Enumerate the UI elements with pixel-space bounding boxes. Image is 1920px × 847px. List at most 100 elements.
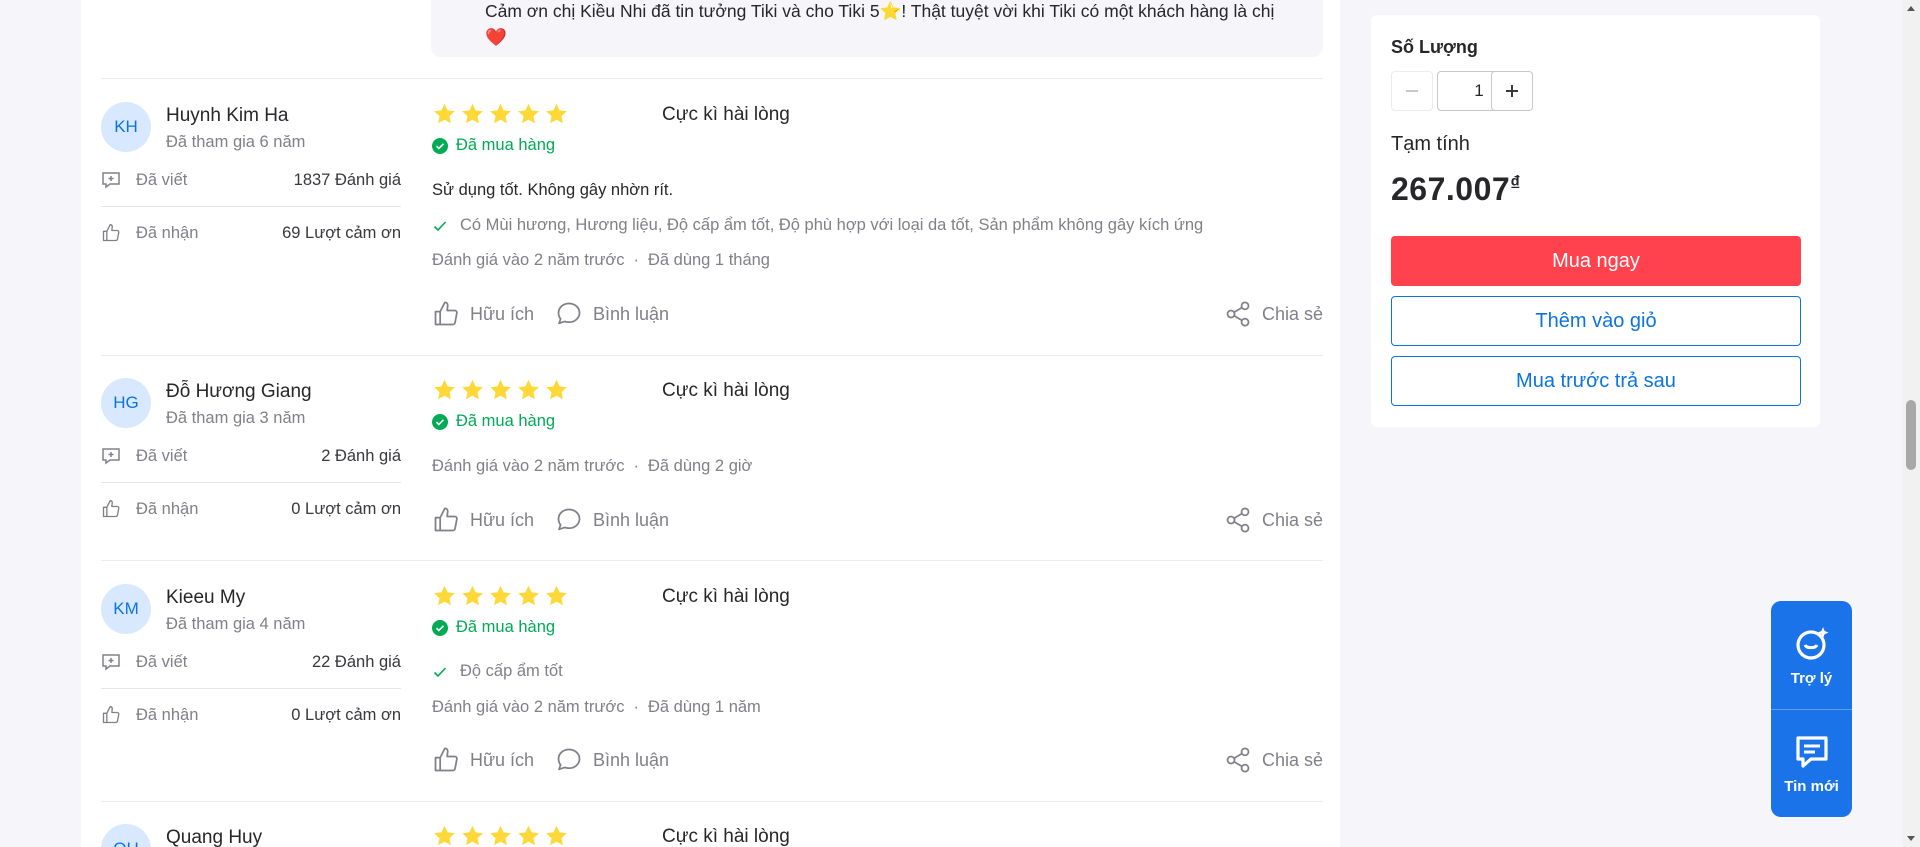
- stat-written: Đã viết 2 Đánh giá: [101, 444, 401, 468]
- rating-stars: [432, 584, 569, 608]
- rating-stars: [432, 378, 569, 402]
- reviewer-name: Huynh Kim Ha: [166, 105, 289, 126]
- stat-received: Đã nhận 0 Lượt cảm ơn: [101, 703, 401, 727]
- star-icon: [516, 102, 541, 126]
- comment-button[interactable]: Bình luận: [555, 300, 669, 328]
- star-icon: [544, 824, 569, 847]
- helpful-button[interactable]: Hữu ích: [432, 300, 534, 328]
- minus-icon: [1403, 82, 1421, 100]
- review-item: KM Kieeu My Đã tham gia 4 năm Đã viết 22…: [101, 584, 1323, 804]
- stat-divider: [101, 688, 401, 689]
- comment-button[interactable]: Bình luận: [555, 506, 669, 534]
- meta-separator: ·: [633, 457, 639, 475]
- reviewer-joined: Đã tham gia 3 năm: [166, 409, 306, 427]
- star-icon: [516, 824, 541, 847]
- bought-label: Đã mua hàng: [456, 618, 556, 636]
- reviewed-date: Đánh giá vào 2 năm trước: [432, 457, 625, 475]
- check-circle-icon: [432, 137, 448, 154]
- comment-icon: [555, 506, 583, 534]
- scroll-down-arrow-icon[interactable]: [1907, 836, 1915, 841]
- messages-button[interactable]: Tin mới: [1771, 709, 1852, 817]
- check-circle-icon: [432, 619, 448, 636]
- reviews-panel: Cảm ơn chị Kiều Nhi đã tin tưởng Tiki và…: [81, 0, 1340, 847]
- review-actions: Hữu ích Bình luận Chia sẻ: [432, 300, 1323, 332]
- reply-star-emoji: ⭐: [879, 1, 902, 21]
- avatar[interactable]: QH: [101, 824, 151, 847]
- review-meta: Đánh giá vào 2 năm trước · Đã dùng 1 tháng: [432, 251, 770, 270]
- seller-reply: Cảm ơn chị Kiều Nhi đã tin tưởng Tiki và…: [431, 0, 1323, 57]
- avatar[interactable]: HG: [101, 378, 151, 428]
- helpful-label: Hữu ích: [470, 509, 535, 530]
- star-icon: [460, 824, 485, 847]
- avatar[interactable]: KH: [101, 102, 151, 152]
- review-actions: Hữu ích Bình luận Chia sẻ: [432, 746, 1323, 778]
- assistant-label: Trợ lý: [1790, 669, 1833, 687]
- scroll-up-arrow-icon[interactable]: [1907, 6, 1915, 11]
- comment-button[interactable]: Bình luận: [555, 746, 669, 774]
- stat-written-value: 2 Đánh giá: [321, 447, 401, 465]
- like-icon: [101, 705, 121, 725]
- star-icon: [460, 378, 485, 402]
- share-button[interactable]: Chia sẻ: [1224, 506, 1323, 534]
- stat-written-label: Đã viết: [136, 653, 188, 671]
- buy-now-button[interactable]: Mua ngay: [1391, 236, 1801, 286]
- plus-icon: [1503, 82, 1521, 100]
- star-icon: [432, 824, 457, 847]
- bought-badge: Đã mua hàng: [432, 136, 555, 155]
- buy-later-button[interactable]: Mua trước trả sau: [1391, 356, 1801, 406]
- reviewer-name: Kieeu My: [166, 587, 246, 608]
- helpful-button[interactable]: Hữu ích: [432, 506, 534, 534]
- stat-received: Đã nhận 0 Lượt cảm ơn: [101, 497, 401, 521]
- stat-divider: [101, 482, 401, 483]
- review-text: Sử dụng tốt. Không gây nhờn rít.: [432, 181, 674, 199]
- stat-written: Đã viết 1837 Đánh giá: [101, 168, 401, 192]
- bought-label: Đã mua hàng: [456, 412, 556, 430]
- helpful-button[interactable]: Hữu ích: [432, 746, 534, 774]
- review-attributes: Có Mùi hương, Hương liệu, Độ cấp ẩm tốt,…: [432, 216, 1203, 235]
- like-icon: [432, 746, 460, 774]
- review-meta: Đánh giá vào 2 năm trước · Đã dùng 1 năm: [432, 698, 761, 717]
- reviewer-joined: Đã tham gia 6 năm: [166, 133, 306, 151]
- comment-label: Bình luận: [593, 749, 670, 770]
- share-button[interactable]: Chia sẻ: [1224, 300, 1323, 328]
- rating-stars: [432, 102, 569, 126]
- reviewed-date: Đánh giá vào 2 năm trước: [432, 698, 625, 716]
- star-icon: [488, 102, 513, 126]
- divider: [101, 355, 1323, 356]
- review-actions: Hữu ích Bình luận Chia sẻ: [432, 506, 1323, 538]
- reply-text: Cảm ơn chị Kiều Nhi đã tin tưởng Tiki và…: [485, 1, 880, 21]
- helpful-label: Hữu ích: [470, 303, 535, 324]
- add-to-cart-button[interactable]: Thêm vào giỏ: [1391, 296, 1801, 346]
- quantity-decrease-button[interactable]: [1391, 71, 1433, 111]
- review-written-icon: [101, 652, 121, 672]
- stat-written-label: Đã viết: [136, 171, 188, 189]
- quantity-increase-button[interactable]: [1491, 71, 1533, 111]
- stat-written: Đã viết 22 Đánh giá: [101, 650, 401, 674]
- divider: [101, 78, 1323, 79]
- review-item: HG Đỗ Hương Giang Đã tham gia 3 năm Đã v…: [101, 378, 1323, 548]
- review-meta: Đánh giá vào 2 năm trước · Đã dùng 2 giờ: [432, 457, 752, 476]
- message-icon: [1792, 732, 1832, 772]
- stat-received-label: Đã nhận: [136, 224, 199, 242]
- like-icon: [432, 300, 460, 328]
- stat-written-label: Đã viết: [136, 447, 188, 465]
- share-label: Chia sẻ: [1261, 749, 1323, 770]
- used-duration: Đã dùng 1 tháng: [647, 251, 770, 269]
- share-label: Chia sẻ: [1261, 303, 1323, 324]
- comment-label: Bình luận: [593, 303, 670, 324]
- review-title: Cực kì hài lòng: [662, 826, 790, 847]
- like-icon: [432, 506, 460, 534]
- review-attributes: Độ cấp ẩm tốt: [432, 662, 563, 681]
- scrollbar-thumb[interactable]: [1906, 400, 1916, 470]
- helpful-label: Hữu ích: [470, 749, 535, 770]
- avatar[interactable]: KM: [101, 584, 151, 634]
- stat-written-value: 1837 Đánh giá: [293, 171, 401, 189]
- share-button[interactable]: Chia sẻ: [1224, 746, 1323, 774]
- page-scrollbar[interactable]: [1902, 0, 1920, 847]
- check-icon: [432, 664, 448, 680]
- assistant-button[interactable]: Trợ lý: [1771, 601, 1852, 709]
- star-icon: [488, 584, 513, 608]
- stat-received-label: Đã nhận: [136, 706, 199, 724]
- star-icon: [460, 102, 485, 126]
- reply-heart-emoji: ❤️: [485, 27, 507, 47]
